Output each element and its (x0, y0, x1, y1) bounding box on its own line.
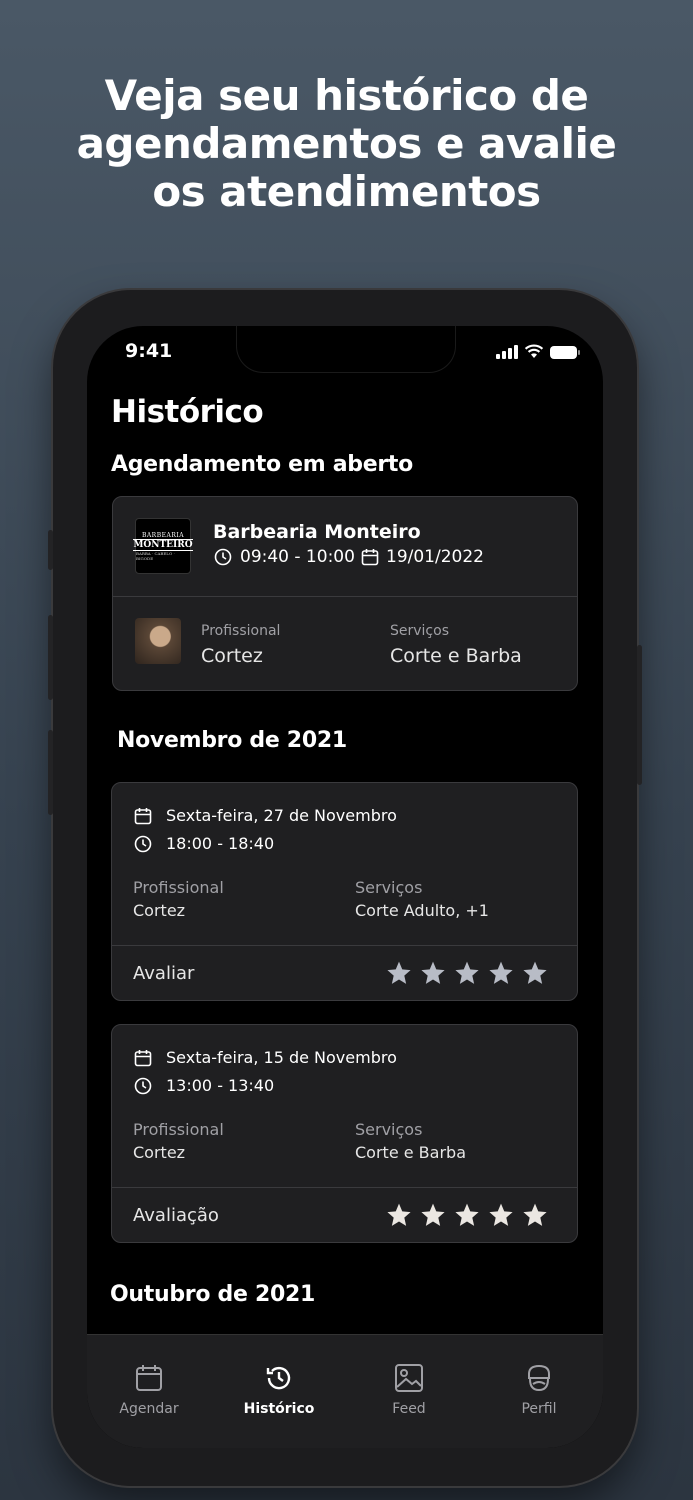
services-value: Corte Adulto, +1 (355, 901, 489, 920)
tab-historico[interactable]: Histórico (229, 1363, 329, 1417)
star-icon (489, 1203, 513, 1226)
signal-icon (496, 345, 518, 359)
page-title: Histórico (111, 394, 264, 430)
services-value: Corte e Barba (355, 1143, 466, 1162)
professional-label: Profissional (133, 878, 224, 897)
calendar-icon (361, 549, 379, 566)
services-value: Corte e Barba (390, 645, 522, 667)
status-icons (496, 344, 580, 359)
card-divider (112, 945, 577, 946)
appointment-date: 19/01/2022 (386, 547, 484, 567)
phone-frame: 9:41 Histórico Agendamento em aberto BAR… (48, 290, 642, 1486)
star-icon[interactable] (488, 960, 514, 986)
rating-stars[interactable] (386, 960, 548, 986)
volume-up-button (48, 615, 53, 700)
card-divider (113, 596, 577, 597)
star-icon (523, 1203, 547, 1226)
barbershop-logo: BARBEARIA MONTEIRO BARBA · CABELO · BIGO… (133, 518, 193, 574)
appointment-time: 09:40 - 10:00 (240, 547, 355, 567)
tab-label: Agendar (119, 1401, 179, 1417)
tab-bar: Agendar Histórico Feed Perfil (87, 1334, 603, 1448)
shop-name: Barbearia Monteiro (213, 521, 421, 543)
star-icon[interactable] (522, 960, 548, 986)
history-time: 18:00 - 18:40 (166, 834, 275, 853)
tab-label: Perfil (521, 1401, 557, 1417)
professional-name: Cortez (133, 901, 186, 920)
card-divider (112, 1187, 577, 1188)
headline-line-2: agendamentos e avalie (76, 119, 617, 168)
professional-name: Cortez (133, 1143, 186, 1162)
battery-icon (550, 346, 580, 359)
clock-icon (214, 548, 232, 566)
services-label: Serviços (390, 623, 449, 639)
month-title: Outubro de 2021 (110, 1282, 315, 1307)
star-icon[interactable] (454, 960, 480, 986)
open-appointment-title: Agendamento em aberto (111, 452, 413, 477)
star-icon (421, 1203, 445, 1226)
history-date: Sexta-feira, 15 de Novembro (166, 1048, 397, 1067)
notch (237, 326, 455, 372)
marketing-headline: Veja seu histórico de agendamentos e ava… (0, 72, 693, 216)
professional-name: Cortez (201, 645, 263, 667)
clock-icon (134, 1077, 152, 1095)
volume-down-button (48, 730, 53, 815)
power-button (637, 645, 642, 785)
calendar-icon (134, 1050, 152, 1067)
barber-profile-icon (528, 1364, 550, 1392)
rating-label: Avaliação (133, 1205, 219, 1226)
image-icon (395, 1364, 423, 1392)
wifi-icon (524, 344, 544, 358)
headline-line-3: os atendimentos (152, 167, 541, 216)
history-icon (266, 1366, 291, 1390)
history-card: Sexta-feira, 15 de Novembro 13:00 - 13:4… (111, 1024, 578, 1243)
star-icon (387, 1203, 411, 1226)
phone-screen: 9:41 Histórico Agendamento em aberto BAR… (87, 326, 603, 1448)
history-card: Sexta-feira, 27 de Novembro 18:00 - 18:4… (111, 782, 578, 1001)
clock-icon (134, 835, 152, 853)
tab-feed[interactable]: Feed (359, 1363, 459, 1417)
tab-label: Feed (392, 1401, 426, 1417)
month-title: Novembro de 2021 (117, 728, 347, 753)
history-time: 13:00 - 13:40 (166, 1076, 275, 1095)
calendar-icon (136, 1365, 162, 1391)
calendar-icon (134, 808, 152, 825)
star-icon (455, 1203, 479, 1226)
mute-switch (48, 530, 53, 570)
tab-label: Histórico (243, 1401, 315, 1417)
open-appointment-card[interactable]: BARBEARIA MONTEIRO BARBA · CABELO · BIGO… (112, 496, 578, 691)
history-date: Sexta-feira, 27 de Novembro (166, 806, 397, 825)
tab-agendar[interactable]: Agendar (99, 1363, 199, 1417)
services-label: Serviços (355, 1120, 423, 1139)
services-label: Serviços (355, 878, 423, 897)
professional-label: Profissional (133, 1120, 224, 1139)
rating-stars (386, 1202, 548, 1228)
tab-perfil[interactable]: Perfil (489, 1363, 589, 1417)
professional-avatar (135, 618, 181, 664)
status-time: 9:41 (125, 340, 173, 362)
headline-line-1: Veja seu histórico de (104, 71, 589, 120)
star-icon[interactable] (386, 960, 412, 986)
professional-label: Profissional (201, 623, 281, 639)
star-icon[interactable] (420, 960, 446, 986)
rate-label: Avaliar (133, 963, 195, 984)
